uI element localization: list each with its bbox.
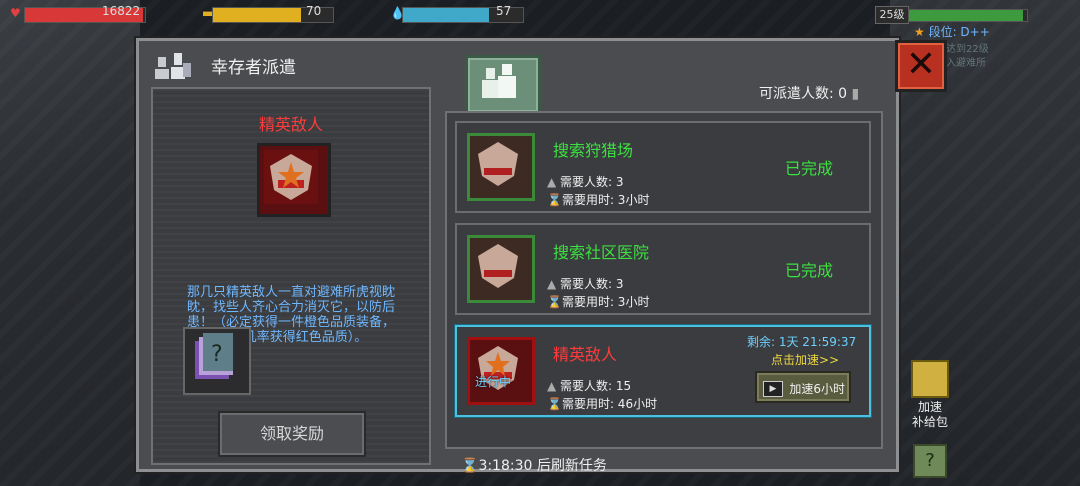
mystery-reward-icon[interactable]: ?: [183, 327, 251, 395]
task-people: ▲ 需要人数: 3: [547, 277, 624, 291]
speedup-supply-button[interactable]: 加速 补给包: [908, 360, 952, 430]
task-card-active[interactable]: 进行中 精英敌人 ▲ 需要人数: 15 ⌛需要用时: 46小时 剩余: 1天 2…: [455, 325, 871, 417]
task-time: ⌛需要用时: 46小时: [547, 397, 658, 411]
close-button[interactable]: ✕: [895, 40, 947, 92]
eagle-emblem-icon: [467, 133, 535, 201]
hourglass-icon: ⌛: [461, 458, 479, 474]
close-icon: ✕: [905, 44, 937, 85]
level-badge: 25级: [875, 6, 909, 24]
task-status: 已完成: [785, 261, 834, 280]
task-name: 搜索狩猎场: [553, 141, 634, 160]
remaining-time: 剩余: 1天 21:59:37: [747, 335, 857, 349]
person-icon: ▮: [851, 86, 860, 102]
experience-bar: [908, 9, 1028, 22]
survivors-icon: [155, 53, 191, 79]
speed-up-button[interactable]: ▶ 加速6小时: [755, 371, 851, 403]
health-value: 16822: [102, 4, 141, 18]
dialog-title: 幸存者派遣: [211, 58, 296, 78]
dispatch-dialog: 幸存者派遣 精英敌人 那几只精英敌人一直对避难所虎视眈眈，找些人齐心合力消灭它，…: [136, 38, 899, 474]
supply-pack-icon: [911, 360, 949, 398]
star-icon: ★: [914, 25, 929, 39]
task-people: ▲ 需要人数: 15: [547, 379, 632, 393]
help-button[interactable]: ?: [913, 444, 947, 478]
task-card[interactable]: 搜索社区医院 ▲ 需要人数: 3 ⌛需要用时: 3小时 已完成: [455, 223, 871, 315]
rank-label[interactable]: ★ 段位: D++: [914, 23, 990, 40]
task-name: 搜索社区医院: [553, 243, 650, 262]
in-progress-label: 进行中: [475, 375, 512, 389]
dispatch-count: 可派遣人数: 0 ▮: [759, 86, 860, 102]
task-status: 已完成: [785, 159, 834, 178]
task-card[interactable]: 搜索狩猎场 ▲ 需要人数: 3 ⌛需要用时: 3小时 已完成: [455, 121, 871, 213]
task-time: ⌛需要用时: 3小时: [547, 295, 650, 309]
people-tab-icon: [482, 64, 516, 98]
task-people: ▲ 需要人数: 3: [547, 175, 624, 189]
food-value: 70: [306, 4, 322, 18]
task-name: 精英敌人: [553, 345, 618, 364]
video-ad-icon: ▶: [763, 381, 783, 397]
speed-up-link[interactable]: 点击加速>>: [771, 351, 839, 368]
task-detail-panel: 精英敌人 那几只精英敌人一直对避难所虎视眈眈，找些人齐心合力消灭它，以防后患！（…: [151, 87, 431, 465]
detail-heading: 精英敌人: [258, 115, 323, 134]
faded-hint-2: 入避难所: [946, 58, 986, 69]
refresh-timer: ⌛3:18:30 后刷新任务: [461, 458, 607, 474]
elite-enemy-emblem-icon: [257, 143, 331, 217]
task-time: ⌛需要用时: 3小时: [547, 193, 650, 207]
tab-survivors[interactable]: [465, 55, 541, 115]
water-value: 57: [496, 4, 512, 18]
task-list-panel: 搜索狩猎场 ▲ 需要人数: 3 ⌛需要用时: 3小时 已完成 搜索社区医院 ▲ …: [445, 111, 883, 449]
elite-enemy-emblem-icon: [467, 337, 535, 405]
eagle-emblem-icon: [467, 235, 535, 303]
faded-hint-1: 达到22级: [946, 44, 989, 55]
heart-icon: ♥: [10, 6, 21, 20]
claim-reward-button[interactable]: 领取奖励: [218, 411, 366, 457]
svg-text:?: ?: [211, 342, 223, 367]
